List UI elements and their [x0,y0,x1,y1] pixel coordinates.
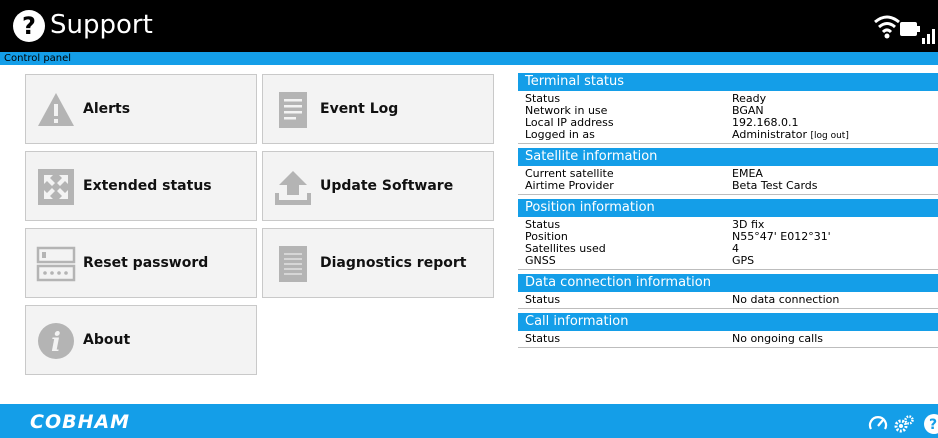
wifi-icon [874,15,900,39]
satellite-info-header: Satellite information [518,148,938,166]
row-key: Airtime Provider [525,179,614,192]
footer-bar: COBHAM ? [0,404,938,438]
call-info-section: Status No ongoing calls [518,331,938,348]
info-row: Status 3D fix [518,219,938,231]
expand-icon [38,169,74,205]
row-value: No data connection [732,293,840,306]
call-info-header: Call information [518,313,938,331]
row-key: Logged in as [525,128,595,141]
report-icon [279,246,307,282]
status-panel: Terminal status Status Ready Network in u… [518,73,938,348]
tile-label: Event Log [320,101,399,117]
position-info-section: Status 3D fix Position N55°47' E012°31' Sa… [518,217,938,270]
top-bar: ? Support [0,0,938,52]
document-icon [279,92,307,128]
alerts-tile[interactable]: Alerts [25,74,257,144]
info-row: Satellites used 4 [518,243,938,255]
info-row: Airtime Provider Beta Test Cards [518,180,938,192]
warning-icon [38,93,74,126]
logged-in-user: Administrator [732,128,807,141]
row-key: GNSS [525,254,556,267]
info-row: Status No ongoing calls [518,333,938,345]
diagnostics-report-tile[interactable]: Diagnostics report [262,228,494,298]
data-connection-header: Data connection information [518,274,938,292]
help-icon[interactable]: ? [922,414,938,434]
help-icon[interactable]: ? [12,9,46,43]
event-log-tile[interactable]: Event Log [262,74,494,144]
info-icon: i [38,323,74,359]
row-value: No ongoing calls [732,332,824,345]
info-row: Logged in as Administrator [log out] [518,128,938,142]
upload-icon [275,171,311,205]
row-value: Administrator [log out] [732,129,849,142]
row-value: N55°47' E012°31' [732,230,831,243]
breadcrumb: Control panel [0,52,938,65]
log-out-link[interactable]: [log out] [811,131,849,141]
info-row: GNSS GPS [518,255,938,267]
dashboard-gauge-icon[interactable] [868,414,888,434]
update-software-tile[interactable]: Update Software [262,151,494,221]
tile-label: About [83,332,131,348]
reset-password-tile[interactable]: Reset password [25,228,257,298]
settings-gears-icon[interactable] [893,414,915,434]
about-tile[interactable]: i About [25,305,257,375]
breadcrumb-item[interactable]: Control panel [0,53,71,64]
terminal-status-header: Terminal status [518,73,938,91]
svg-text:?: ? [929,417,937,433]
tile-label: Extended status [83,178,212,194]
tile-label: Update Software [320,178,454,194]
page-title: Support [50,10,153,40]
satellite-info-section: Current satellite EMEA Airtime Provider Be… [518,166,938,195]
tile-label: Reset password [83,255,209,271]
svg-text:i: i [51,328,61,358]
info-row: Status No data connection [518,294,938,306]
brand-logo: COBHAM [30,411,131,433]
battery-icon [900,22,920,36]
row-key: Status [525,332,561,345]
row-key: Status [525,293,561,306]
signal-strength-icon [922,29,935,44]
row-value: Beta Test Cards [732,179,818,192]
position-info-header: Position information [518,199,938,217]
svg-text:?: ? [22,12,36,40]
keypad-icon [36,246,76,282]
terminal-status-section: Status Ready Network in use BGAN Local IP … [518,91,938,144]
data-connection-section: Status No data connection [518,292,938,309]
tile-label: Alerts [83,101,131,117]
row-value: GPS [732,254,755,267]
extended-status-tile[interactable]: Extended status [25,151,257,221]
tile-label: Diagnostics report [320,255,467,271]
